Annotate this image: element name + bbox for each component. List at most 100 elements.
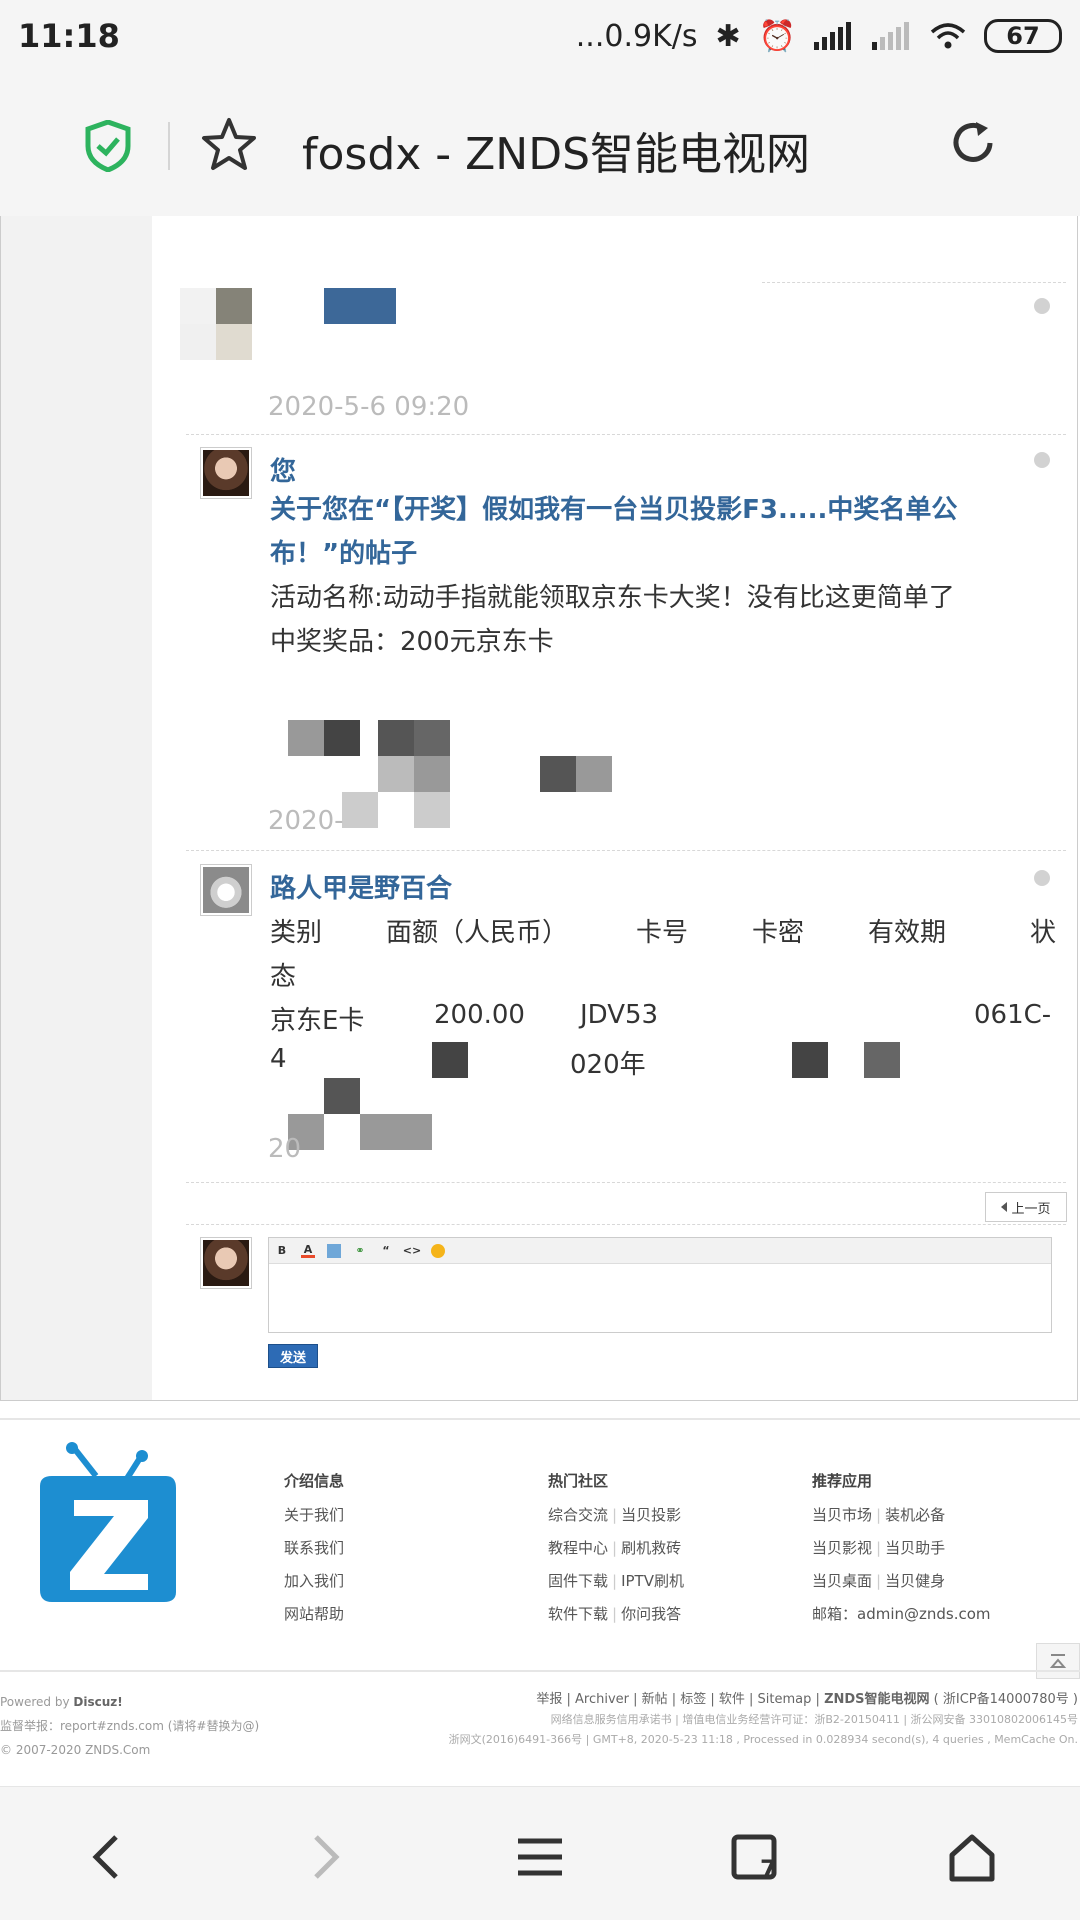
pixelated-block <box>432 1042 468 1078</box>
footer-link[interactable]: 当贝桌面 <box>812 1572 872 1590</box>
editor-toolbar: B A ⚭ “ <> <box>269 1238 1051 1264</box>
cell-card-type: 京东E卡 <box>270 1006 365 1036</box>
reload-icon[interactable] <box>948 118 998 168</box>
footer-license: 网络信息服务信用承诺书 | 增值电信业务经营许可证：浙B2-20150411 |… <box>550 1713 1078 1726</box>
footer-site-name[interactable]: ZNDS智能电视网 <box>824 1692 929 1707</box>
footer-link[interactable]: 加入我们 <box>284 1572 344 1590</box>
header-amount: 面额（人民币） <box>386 918 569 948</box>
svg-text:7: 7 <box>760 1855 777 1883</box>
status-icons: ...0.9K/s ✱ ⏰ 67 <box>576 19 1062 54</box>
footer-stats: 浙网文(2016)6491-366号 | GMT+8, 2020-5-23 11… <box>448 1733 1078 1746</box>
post-menu-icon[interactable] <box>1034 298 1050 314</box>
back-to-top-button[interactable] <box>1036 1643 1080 1679</box>
post-author[interactable]: 路人甲是野百合 <box>270 868 452 905</box>
divider <box>186 1224 1066 1225</box>
wifi-icon <box>930 23 966 49</box>
emoji-icon[interactable] <box>431 1243 445 1258</box>
footer-link[interactable]: 你问我答 <box>621 1605 681 1623</box>
footer-link[interactable]: 当贝市场 <box>812 1506 872 1524</box>
home-icon[interactable] <box>942 1827 1002 1887</box>
bookmark-star-icon[interactable] <box>200 116 258 174</box>
copyright-site[interactable]: ZNDS.Com <box>85 1743 150 1757</box>
footer-link[interactable]: 当贝影视 <box>812 1539 872 1557</box>
signal-2-icon <box>872 22 909 50</box>
card-table-row: 京东E卡 200.00 JDV53 061C- <box>270 1000 1060 1040</box>
status-time: 11:18 <box>18 17 120 55</box>
post-author[interactable]: 您 <box>270 451 296 488</box>
image-icon[interactable] <box>327 1243 341 1258</box>
footer-link[interactable]: 综合交流 <box>548 1506 608 1524</box>
pixelated-name <box>324 288 396 324</box>
footer-heading: 热门社区 <box>548 1472 609 1490</box>
alarm-icon: ⏰ <box>758 18 796 54</box>
forward-icon[interactable] <box>294 1827 354 1887</box>
page-title[interactable]: fosdx - ZNDS智能电视网 <box>302 118 810 182</box>
avatar[interactable] <box>200 864 252 916</box>
network-speed: ...0.9K/s <box>575 18 698 54</box>
pixelated-block <box>864 1042 900 1078</box>
post-title[interactable]: 关于您在“【开奖】假如我有一台当贝投影F3.....中奖名单公布！”的帖子 <box>270 488 1050 576</box>
cell-year: 020年 <box>570 1050 646 1080</box>
cell-tail: 061C- <box>974 1000 1052 1030</box>
avatar[interactable] <box>200 447 252 499</box>
reply-editor[interactable]: B A ⚭ “ <> <box>268 1237 1052 1333</box>
link-icon[interactable]: ⚭ <box>353 1244 367 1258</box>
footer-divider <box>0 1418 1080 1420</box>
footer-link[interactable]: 软件下载 <box>548 1605 608 1623</box>
post-menu-icon[interactable] <box>1034 870 1050 886</box>
cell-card-number: JDV53 <box>580 1000 659 1030</box>
toolbar-divider <box>168 122 170 170</box>
tabs-icon[interactable]: 7 <box>726 1827 786 1887</box>
footer-link[interactable]: 固件下载 <box>548 1572 608 1590</box>
footer-link[interactable]: 教程中心 <box>548 1539 608 1557</box>
pixelated-avatar <box>180 288 252 360</box>
cell-wrap-start: 4 <box>270 1044 287 1074</box>
footer-link[interactable]: 联系我们 <box>284 1539 344 1557</box>
divider <box>186 434 1066 435</box>
footer-link[interactable]: 当贝助手 <box>885 1539 945 1557</box>
font-color-icon[interactable]: A <box>301 1243 315 1258</box>
footer-credits: Powered by Discuz! 监督举报：report#znds.com … <box>0 1690 259 1762</box>
post-date: 20 <box>268 1134 302 1164</box>
footer-link[interactable]: 当贝健身 <box>885 1572 945 1590</box>
footer-column-intro: 介绍信息 关于我们 联系我们 加入我们 网站帮助 <box>284 1470 344 1637</box>
footer-link[interactable]: 关于我们 <box>284 1506 344 1524</box>
bold-icon[interactable]: B <box>275 1244 289 1258</box>
card-table-header: 类别 面额（人民币） 卡号 卡密 有效期 状 <box>270 912 1060 952</box>
footer-link[interactable]: 装机必备 <box>885 1506 945 1524</box>
footer-nav-links[interactable]: 举报 | Archiver | 新帖 | 标签 | 软件 | Sitemap | <box>536 1692 820 1707</box>
header-card-number: 卡号 <box>636 918 689 948</box>
quote-icon[interactable]: “ <box>379 1244 393 1258</box>
header-category: 类别 <box>270 918 323 948</box>
copyright-prefix: © 2007-2020 <box>0 1743 82 1757</box>
send-button[interactable]: 发送 <box>268 1344 318 1368</box>
footer-link[interactable]: IPTV刷机 <box>621 1572 684 1590</box>
menu-icon[interactable] <box>510 1827 570 1887</box>
signal-icon <box>814 22 851 50</box>
post-text-line-2: 中奖奖品：200元京东卡 <box>270 627 554 657</box>
footer-icp[interactable]: ( 浙ICP备14000780号 ) <box>934 1692 1078 1707</box>
left-sidebar <box>0 216 152 1401</box>
divider <box>762 282 1066 283</box>
header-status-wrap: 态 <box>270 962 297 992</box>
powered-name[interactable]: Discuz! <box>73 1695 122 1709</box>
header-card-password: 卡密 <box>752 918 805 948</box>
back-icon[interactable] <box>78 1827 138 1887</box>
battery-icon: 67 <box>984 19 1062 53</box>
footer-link[interactable]: 网站帮助 <box>284 1605 344 1623</box>
footer-link[interactable]: 当贝投影 <box>621 1506 681 1524</box>
header-wrap: 态 <box>270 956 1060 996</box>
znds-logo[interactable] <box>30 1442 180 1604</box>
prev-page-button[interactable]: 上一页 <box>985 1192 1067 1222</box>
footer-link[interactable]: 刷机救砖 <box>621 1539 681 1557</box>
avatar[interactable] <box>200 1237 252 1289</box>
divider <box>186 1182 1066 1183</box>
post-menu-icon[interactable] <box>1034 452 1050 468</box>
pixelated-block <box>792 1042 828 1078</box>
pixelated-block <box>288 1078 438 1150</box>
footer-email[interactable]: 邮箱：admin@znds.com <box>812 1605 991 1623</box>
code-icon[interactable]: <> <box>403 1244 421 1258</box>
shield-icon[interactable] <box>84 120 132 172</box>
footer-links: 举报 | Archiver | 新帖 | 标签 | 软件 | Sitemap |… <box>449 1690 1078 1750</box>
bluetooth-icon: ✱ <box>715 18 741 54</box>
